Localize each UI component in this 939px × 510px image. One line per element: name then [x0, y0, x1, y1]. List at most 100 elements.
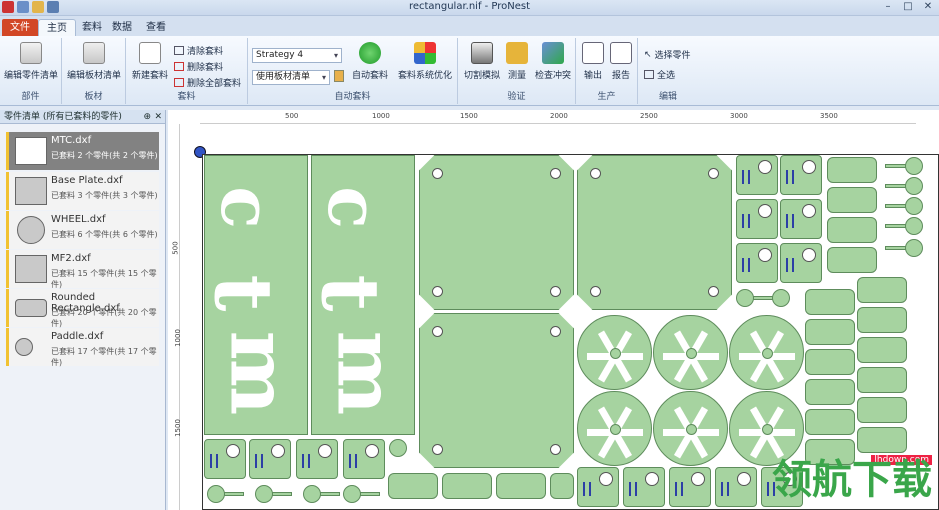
list-item-part[interactable]: Rounded Rectangle.dxf 已套料 20 个零件(共 20 个零…	[6, 289, 159, 328]
mf2-hole	[271, 444, 285, 458]
part-rounded-rectangle[interactable]	[442, 473, 492, 499]
tab-file[interactable]: 文件	[2, 19, 38, 36]
delete-nest-button[interactable]: 删除套料	[174, 60, 223, 73]
select-all-button[interactable]: 全选	[644, 68, 675, 81]
part-rounded-rectangle[interactable]	[827, 157, 877, 183]
report-button[interactable]: 报告	[608, 42, 634, 81]
nest-canvas[interactable]: 500 1000 1500 2000 2500 3000 3500 500 10…	[168, 110, 939, 510]
part-mf2[interactable]	[249, 439, 291, 479]
wheel-hub	[686, 348, 697, 359]
sheet-list-icon[interactable]	[334, 70, 344, 82]
part-paddle[interactable]	[389, 439, 409, 457]
pin-icon[interactable]: ⊕	[143, 110, 151, 124]
list-item-part[interactable]: WHEEL.dxf 已套料 6 个零件(共 6 个零件)	[6, 211, 159, 249]
output-button[interactable]: 输出	[580, 42, 606, 81]
new-nest-button[interactable]: 新建套料	[130, 42, 170, 81]
part-mf2[interactable]	[669, 467, 711, 507]
part-base-plate[interactable]	[419, 155, 574, 310]
part-base-plate[interactable]	[419, 313, 574, 468]
wheel-hub	[610, 424, 621, 435]
part-rounded-rectangle[interactable]	[388, 473, 438, 499]
part-mf2[interactable]	[780, 243, 822, 283]
part-paddle[interactable]	[885, 217, 925, 235]
delete-all-nests-button[interactable]: 删除全部套料	[174, 76, 241, 89]
edit-parts-list-button[interactable]: 编辑零件清单	[4, 42, 58, 81]
part-rounded-rectangle[interactable]	[857, 397, 907, 423]
part-mf2[interactable]	[780, 155, 822, 195]
list-item-part[interactable]: Paddle.dxf 已套料 17 个零件(共 17 个零件)	[6, 328, 159, 367]
check-collision-button[interactable]: 检查冲突	[532, 42, 574, 81]
part-base-plate[interactable]	[577, 155, 732, 310]
auto-nest-button[interactable]: 自动套料	[348, 42, 392, 81]
mf2-mark	[786, 170, 794, 184]
part-paddle[interactable]	[885, 177, 925, 195]
part-rounded-rectangle[interactable]	[805, 319, 855, 345]
part-wheel[interactable]	[577, 315, 652, 390]
part-paddle[interactable]	[303, 485, 343, 503]
strategy-select[interactable]: Strategy 4	[252, 48, 342, 63]
part-mf2[interactable]	[736, 243, 778, 283]
part-rounded-rectangle[interactable]	[827, 217, 877, 243]
part-paddle[interactable]	[343, 485, 383, 503]
part-rounded-rectangle[interactable]	[805, 289, 855, 315]
close-icon[interactable]: ✕	[921, 1, 935, 12]
check-icon	[542, 42, 564, 64]
part-mf2[interactable]	[296, 439, 338, 479]
part-paddle[interactable]	[736, 289, 796, 307]
part-rounded-rectangle[interactable]	[805, 349, 855, 375]
list-item-part[interactable]: Base Plate.dxf 已套料 3 个零件(共 3 个零件)	[6, 172, 159, 210]
part-mtc[interactable]: c t m	[303, 155, 415, 435]
plate-hole	[708, 168, 719, 179]
part-rounded-rectangle[interactable]	[496, 473, 546, 499]
part-paddle[interactable]	[885, 157, 925, 175]
part-rounded-rectangle[interactable]	[857, 337, 907, 363]
select-part-button[interactable]: ↖ 选择零件	[644, 48, 691, 62]
close-panel-icon[interactable]: ✕	[154, 110, 162, 124]
paddle-stem	[885, 164, 907, 168]
part-rounded-rectangle[interactable]	[857, 277, 907, 303]
maximize-icon[interactable]: □	[901, 1, 915, 12]
part-paddle[interactable]	[885, 239, 925, 257]
part-mf2[interactable]	[715, 467, 757, 507]
tab-home[interactable]: 主页	[38, 19, 76, 36]
part-rounded-rectangle[interactable]	[805, 379, 855, 405]
part-wheel[interactable]	[653, 315, 728, 390]
list-item-part[interactable]: MTC.dxf 已套料 2 个零件(共 2 个零件)	[6, 132, 159, 170]
part-rounded-rectangle[interactable]	[805, 409, 855, 435]
part-rounded-rectangle[interactable]	[857, 367, 907, 393]
optimize-button[interactable]: 套料系统优化	[396, 42, 454, 81]
part-mf2[interactable]	[343, 439, 385, 479]
part-rounded-rectangle[interactable]	[857, 307, 907, 333]
part-mf2[interactable]	[577, 467, 619, 507]
part-rounded-rectangle[interactable]	[827, 187, 877, 213]
simulate-button[interactable]: 切割模拟	[462, 42, 502, 81]
part-wheel[interactable]	[729, 315, 804, 390]
tab-view[interactable]: 查看	[138, 19, 174, 36]
part-mf2[interactable]	[204, 439, 246, 479]
edit-sheet-list-button[interactable]: 编辑板材清单	[66, 42, 122, 81]
tab-data[interactable]: 数据	[104, 19, 140, 36]
part-mf2[interactable]	[736, 199, 778, 239]
horizontal-ruler: 500 1000 1500 2000 2500 3000 3500	[200, 110, 916, 124]
window-controls: – □ ✕	[881, 1, 935, 12]
part-rounded-rectangle[interactable]	[827, 247, 877, 273]
part-wheel[interactable]	[577, 391, 652, 466]
part-mf2[interactable]	[623, 467, 665, 507]
clear-nest-button[interactable]: 清除套料	[174, 44, 223, 57]
minimize-icon[interactable]: –	[881, 1, 895, 12]
paddle-stem	[272, 492, 292, 496]
paddle-stem	[753, 296, 773, 300]
part-mf2[interactable]	[736, 155, 778, 195]
sheet-list-select[interactable]: 使用板材清单	[252, 70, 330, 85]
part-rounded-rectangle[interactable]	[550, 473, 574, 499]
list-item-part[interactable]: MF2.dxf 已套料 15 个零件(共 15 个零件)	[6, 250, 159, 289]
part-mtc[interactable]: c t m	[196, 155, 308, 435]
mf2-mark	[349, 454, 357, 468]
part-paddle[interactable]	[885, 197, 925, 215]
part-mf2[interactable]	[780, 199, 822, 239]
part-paddle[interactable]	[207, 485, 247, 503]
part-thumbnail	[15, 338, 33, 356]
part-paddle[interactable]	[255, 485, 295, 503]
measure-button[interactable]: 测量	[504, 42, 530, 81]
part-wheel[interactable]	[653, 391, 728, 466]
